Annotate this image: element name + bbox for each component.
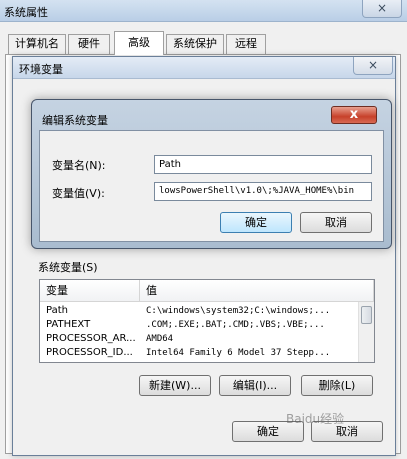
environment-variables-close-icon[interactable]: ×	[353, 57, 393, 75]
column-header-value[interactable]: 值	[140, 280, 374, 302]
environment-variables-title: 环境变量	[19, 63, 63, 76]
table-row[interactable]: PROCESSOR_AR... AMD64	[40, 332, 358, 346]
tab-hardware[interactable]: 硬件	[68, 34, 110, 54]
row-variable-value: Intel64 Family 6 Model 37 Stepp...	[146, 348, 331, 358]
system-variables-table[interactable]: 变量 值 Path C:\windows\system32;C:\windows…	[39, 279, 375, 363]
delete-variable-button[interactable]: 删除(L)	[301, 375, 373, 396]
edit-dialog-close-icon[interactable]: x	[331, 106, 377, 124]
row-variable-name: PROCESSOR_AR...	[46, 333, 136, 344]
row-variable-name: PROCESSOR_ID...	[46, 347, 133, 358]
edit-system-variable-dialog: 编辑系统变量 x 变量名(N): Path 变量值(V): lowsPowerS…	[31, 99, 392, 249]
system-variables-scrollbar[interactable]	[358, 302, 374, 362]
variable-value-input[interactable]: lowsPowerShell\v1.0\;%JAVA_HOME%\bin	[154, 182, 372, 201]
system-properties-titlebar[interactable]: 系统属性 ×	[0, 0, 407, 22]
edit-dialog-body: 变量名(N): Path 变量值(V): lowsPowerShell\v1.0…	[39, 130, 384, 242]
column-header-variable[interactable]: 变量	[40, 280, 140, 302]
table-row[interactable]: PATHEXT .COM;.EXE;.BAT;.CMD;.VBS;.VBE;..…	[40, 318, 358, 332]
system-variables-label: 系统变量(S)	[38, 261, 98, 274]
variable-value-label: 变量值(V):	[52, 187, 105, 200]
baidu-watermark: Baidu经验	[286, 412, 345, 426]
table-row[interactable]: PROCESSOR_ID... Intel64 Family 6 Model 3…	[40, 346, 358, 360]
new-variable-button[interactable]: 新建(W)...	[139, 375, 211, 396]
edit-cancel-button[interactable]: 取消	[300, 212, 372, 233]
row-variable-value: .COM;.EXE;.BAT;.CMD;.VBS;.VBE;...	[146, 320, 325, 330]
row-variable-name: PATHEXT	[46, 319, 91, 330]
tab-advanced[interactable]: 高级	[114, 31, 164, 55]
row-variable-value: AMD64	[146, 334, 174, 344]
system-properties-title: 系统属性	[4, 6, 48, 19]
tab-computer-name[interactable]: 计算机名	[8, 34, 66, 54]
row-variable-value: C:\windows\system32;C:\windows;...	[146, 306, 331, 316]
system-properties-close-icon[interactable]: ×	[362, 0, 402, 18]
edit-variable-button[interactable]: 编辑(I)...	[219, 375, 291, 396]
variable-name-input[interactable]: Path	[154, 155, 372, 174]
environment-variables-titlebar[interactable]: 环境变量 ×	[13, 57, 395, 79]
variable-name-label: 变量名(N):	[52, 159, 106, 172]
row-variable-name: Path	[46, 305, 68, 316]
tab-system-protection[interactable]: 系统保护	[166, 34, 224, 54]
scrollbar-thumb[interactable]	[361, 306, 372, 324]
table-row[interactable]: Path C:\windows\system32;C:\windows;...	[40, 304, 358, 318]
edit-dialog-title: 编辑系统变量	[42, 114, 108, 127]
tab-remote[interactable]: 远程	[226, 34, 266, 54]
edit-ok-button[interactable]: 确定	[220, 212, 292, 233]
